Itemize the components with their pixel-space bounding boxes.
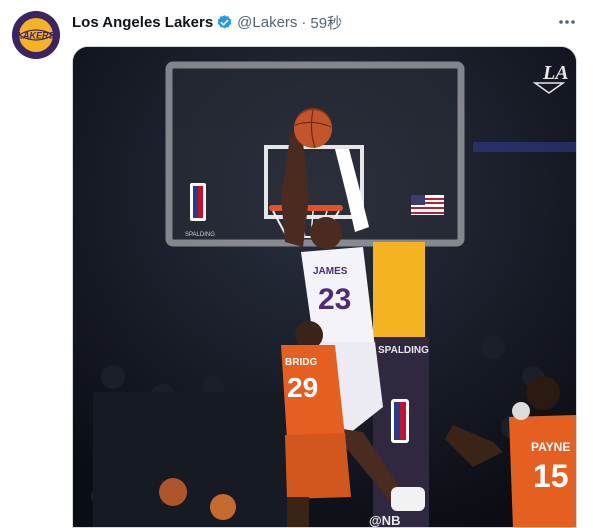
timestamp[interactable]: 59秒 [310, 12, 342, 33]
tweet-video[interactable]: SPALDING SPALDING @NB JAMES 23 BRIDG 29 … [72, 46, 577, 528]
verified-badge-icon [216, 14, 233, 31]
avatar[interactable]: LAKERS [12, 11, 60, 59]
avatar-logo-text: LAKERS [17, 31, 54, 41]
jersey-name-payne: PAYNE [531, 440, 570, 454]
jersey-name-bridges: BRIDG [285, 357, 317, 368]
dunk-scene: SPALDING SPALDING @NB JAMES 23 BRIDG 29 … [73, 47, 576, 528]
court-watermark-text: @NB [369, 513, 400, 528]
watermark-text: LA [542, 62, 569, 84]
jersey-number-bridges: 29 [287, 372, 318, 403]
more-options-icon[interactable] [555, 12, 579, 32]
lakers-logo-icon: LAKERS [12, 11, 60, 59]
tweet: LAKERS Los Angeles Lakers @Lakers · 59秒 [0, 0, 593, 528]
backboard: SPALDING [165, 61, 465, 247]
jersey-number-payne: 15 [533, 458, 569, 494]
jersey-number-james: 23 [318, 283, 351, 316]
display-name[interactable]: Los Angeles Lakers [72, 14, 213, 31]
backboard-brand-text: SPALDING [185, 232, 215, 238]
handle[interactable]: @Lakers [237, 14, 297, 31]
separator-dot: · [301, 13, 307, 31]
tweet-header: Los Angeles Lakers @Lakers · 59秒 [72, 11, 342, 33]
stanchion-brand-text: SPALDING [378, 345, 429, 356]
jersey-name-james: JAMES [313, 266, 348, 277]
